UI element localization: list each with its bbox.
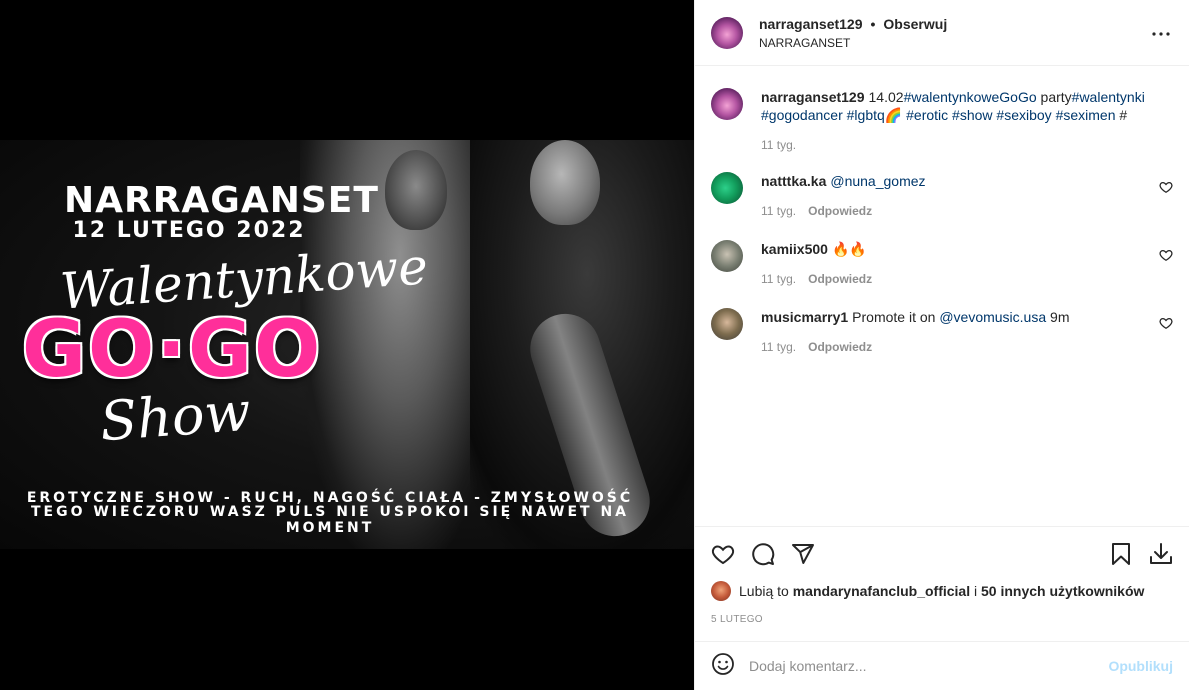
comments-list[interactable]: narraganset129 14.02#walentynkoweGoGo par… [695, 66, 1189, 526]
like-comment-heart-icon[interactable] [1159, 248, 1173, 262]
likes-count-link[interactable]: 50 innych użytkowników [981, 583, 1144, 599]
reply-button[interactable]: Odpowiedz [808, 340, 872, 354]
comment-row: kamiix500 🔥🔥 11 tyg. Odpowiedz [711, 240, 1173, 286]
rainbow-emoji: 🌈 [884, 107, 903, 123]
author-avatar[interactable] [711, 16, 743, 49]
hashtag-link[interactable]: #walentynkoweGoGo [904, 89, 1037, 105]
poster-script-bottom: Show [97, 379, 253, 454]
comment-time[interactable]: 11 tyg. [761, 272, 796, 286]
add-comment-bar: Opublikuj [695, 641, 1189, 690]
post-actions-bar [695, 526, 1189, 580]
hashtag-link[interactable]: #gogodancer [761, 107, 843, 123]
post-media[interactable]: NARRAGANSET 12 LUTEGO 2022 Walentynkowe … [0, 0, 694, 690]
hashtag-link[interactable]: #sexiboy [996, 107, 1051, 123]
poster-head-right [530, 140, 600, 225]
hashtag-link[interactable]: #lgbtq [847, 107, 885, 123]
caption-text: narraganset129 14.02#walentynkoweGoGo par… [761, 89, 1145, 123]
caption-username[interactable]: narraganset129 [761, 89, 865, 105]
poster-title: NARRAGANSET [64, 180, 379, 221]
comment-username[interactable]: kamiix500 [761, 241, 828, 257]
download-icon[interactable] [1141, 534, 1181, 574]
post-date[interactable]: 5 lutego [711, 614, 763, 625]
reply-button[interactable]: Odpowiedz [808, 272, 872, 286]
likes-summary: Lubią to mandarynafanclub_official i 50 … [711, 581, 1144, 601]
post-side-panel: narraganset129 • Obserwuj NARRAGANSET na… [694, 0, 1189, 690]
comment-time[interactable]: 11 tyg. [761, 204, 796, 218]
follow-button[interactable]: Obserwuj [883, 16, 947, 32]
comment-meta: 11 tyg. Odpowiedz [761, 204, 1147, 218]
liker-avatar[interactable] [711, 581, 731, 601]
like-heart-icon[interactable] [703, 534, 743, 574]
separator-dot: • [870, 15, 876, 32]
comment-username[interactable]: musicmarry1 [761, 309, 848, 325]
share-paper-plane-icon[interactable] [783, 534, 823, 574]
hashtag-link[interactable]: #seximen [1056, 107, 1116, 123]
comment-meta: 11 tyg. Odpowiedz [761, 340, 1147, 354]
mention-link[interactable]: @nuna_gomez [830, 173, 925, 189]
emoji-smiley-icon[interactable] [711, 652, 735, 681]
reply-button[interactable]: Odpowiedz [808, 204, 872, 218]
author-subtitle: NARRAGANSET [759, 35, 851, 50]
mention-link[interactable]: @vevomusic.usa [939, 309, 1046, 325]
more-options-icon[interactable] [1149, 22, 1173, 46]
like-comment-heart-icon[interactable] [1159, 180, 1173, 194]
hashtag-link[interactable]: #show [952, 107, 992, 123]
commenter-avatar[interactable] [711, 172, 743, 204]
hashtag-link[interactable]: #erotic [906, 107, 948, 123]
caption-avatar[interactable] [711, 88, 743, 120]
comment-username[interactable]: natttka.ka [761, 173, 826, 189]
comment-row: natttka.ka @nuna_gomez 11 tyg. Odpowiedz [711, 172, 1173, 218]
comment-text: natttka.ka @nuna_gomez [761, 172, 1147, 190]
poster-head-left [385, 150, 447, 230]
comment-input[interactable] [749, 658, 1109, 674]
caption-row: narraganset129 14.02#walentynkoweGoGo par… [711, 88, 1173, 152]
author-info: narraganset129 • Obserwuj NARRAGANSET [759, 16, 947, 50]
liker-username[interactable]: mandarynafanclub_official [793, 583, 970, 599]
caption-time[interactable]: 11 tyg. [761, 138, 796, 152]
poster-date: 12 LUTEGO 2022 [72, 218, 306, 243]
like-comment-heart-icon[interactable] [1159, 316, 1173, 330]
comment-row: musicmarry1 Promote it on @vevomusic.usa … [711, 308, 1173, 354]
fire-emoji: 🔥🔥 [831, 241, 867, 257]
save-bookmark-icon[interactable] [1101, 534, 1141, 574]
author-username[interactable]: narraganset129 [759, 16, 863, 32]
comment-text: musicmarry1 Promote it on @vevomusic.usa … [761, 309, 1070, 325]
caption-meta: 11 tyg. [761, 138, 1147, 152]
commenter-avatar[interactable] [711, 308, 743, 340]
post-header: narraganset129 • Obserwuj NARRAGANSET [695, 0, 1189, 66]
publish-button[interactable]: Opublikuj [1108, 658, 1173, 674]
instagram-post-modal: NARRAGANSET 12 LUTEGO 2022 Walentynkowe … [0, 0, 1189, 690]
comment-text: kamiix500 🔥🔥 [761, 240, 1147, 258]
comment-meta: 11 tyg. Odpowiedz [761, 272, 1147, 286]
comment-bubble-icon[interactable] [743, 534, 783, 574]
poster-subline-2: TEGO WIECZORU WASZ PULS NIE USPOKOI SIĘ … [30, 504, 630, 536]
comment-time[interactable]: 11 tyg. [761, 340, 796, 354]
commenter-avatar[interactable] [711, 240, 743, 272]
hashtag-link[interactable]: #walentynki [1072, 89, 1145, 105]
poster-headline: GO·GO [22, 305, 323, 395]
